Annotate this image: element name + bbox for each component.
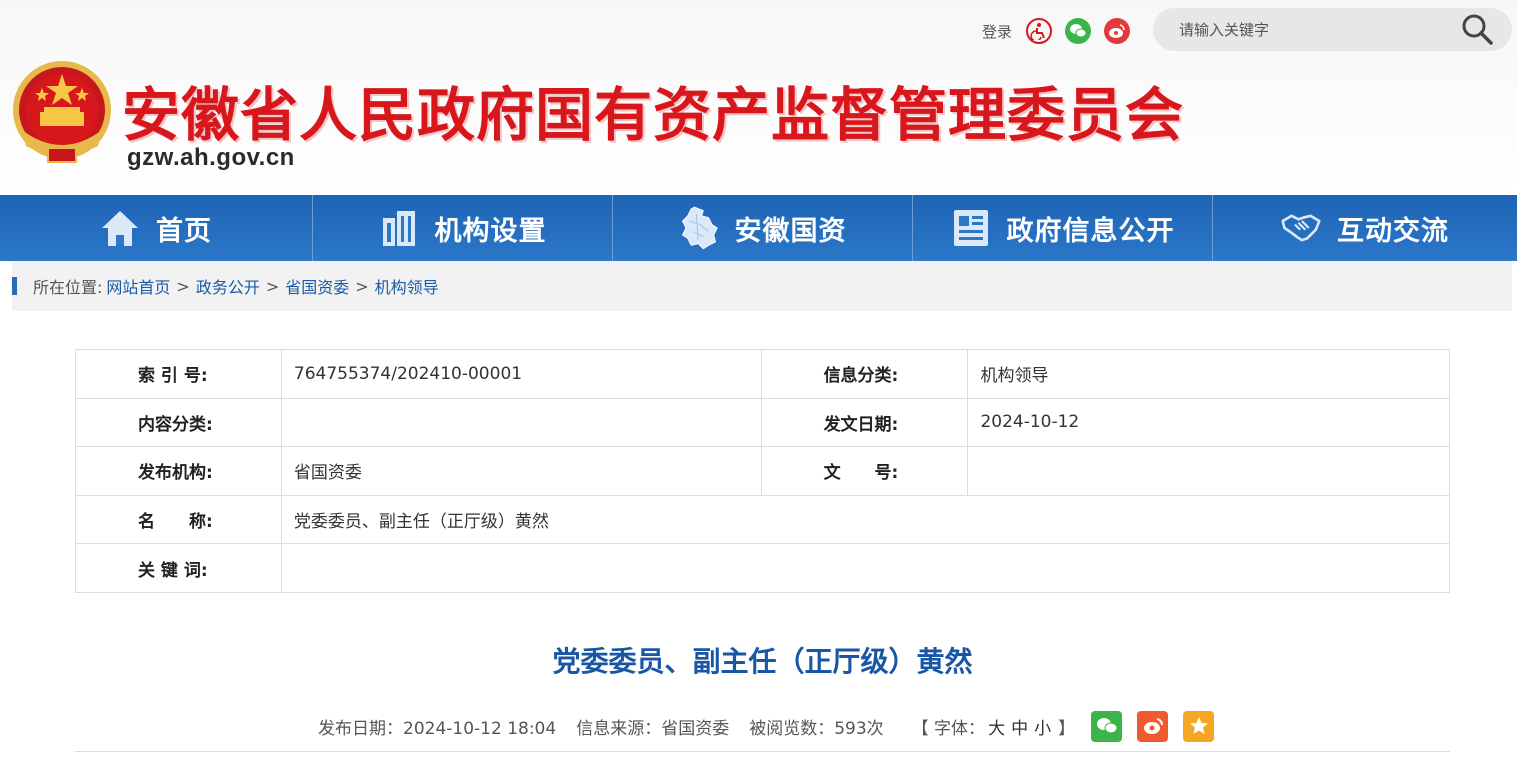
category-value: 机构领导 bbox=[967, 349, 1450, 399]
nav-item-interaction[interactable]: 互动交流 bbox=[1212, 195, 1517, 261]
info-source: 信息来源：省国资委 bbox=[576, 718, 730, 739]
content-type-label: 内容分类: bbox=[75, 397, 282, 448]
font-label-open: 【 字体： bbox=[911, 718, 986, 739]
font-size-small-button[interactable]: 小 bbox=[1034, 714, 1051, 739]
breadcrumb-separator: > bbox=[355, 276, 369, 296]
nav-item-organization[interactable]: 机构设置 bbox=[312, 195, 612, 261]
nav-item-anhui-assets[interactable]: 安徽国资 bbox=[612, 195, 912, 261]
search-icon[interactable] bbox=[1460, 12, 1494, 46]
breadcrumb-link-home[interactable]: 网站首页 bbox=[106, 274, 170, 298]
date-label: 发文日期: bbox=[760, 397, 969, 448]
info-table: 索 引 号: 764755374/202410-00001 信息分类: 机构领导… bbox=[75, 349, 1451, 593]
category-label: 信息分类: bbox=[760, 349, 969, 399]
search-box bbox=[1153, 8, 1512, 51]
date-value: 2024-10-12 bbox=[967, 397, 1450, 448]
publisher-label: 发布机构: bbox=[75, 446, 282, 496]
national-emblem-icon bbox=[12, 60, 112, 168]
nav-label: 政府信息公开 bbox=[1006, 215, 1175, 247]
publish-date: 发布日期：2024-10-12 18:04 bbox=[318, 718, 557, 739]
table-row: 内容分类: 发文日期: 2024-10-12 bbox=[75, 397, 1450, 448]
site-domain: gzw.ah.gov.cn bbox=[127, 144, 295, 171]
breadcrumb: 所在位置: 网站首页 > 政务公开 > 省国资委 > 机构领导 bbox=[12, 261, 1512, 311]
view-count: 被阅览数：593次 bbox=[749, 718, 884, 739]
table-row: 发布机构: 省国资委 文 号: bbox=[75, 446, 1450, 496]
index-value: 764755374/202410-00001 bbox=[280, 349, 762, 399]
keywords-label: 关 键 词: bbox=[75, 543, 282, 593]
font-label-close: 】 bbox=[1058, 718, 1076, 739]
table-row: 索 引 号: 764755374/202410-00001 信息分类: 机构领导 bbox=[75, 349, 1450, 399]
site-header: 安徽省人民政府国有资产监督管理委员会 gzw.ah.gov.cn 登录 bbox=[0, 0, 1517, 195]
table-row: 关 键 词: bbox=[75, 543, 1451, 593]
doc-no-value bbox=[967, 446, 1450, 496]
nav-label: 安徽国资 bbox=[734, 215, 847, 247]
accessibility-icon[interactable] bbox=[1026, 18, 1053, 44]
breadcrumb-marker bbox=[12, 277, 17, 295]
share-wechat-icon[interactable] bbox=[1091, 710, 1123, 742]
table-row: 名 称: 党委委员、副主任（正厅级）黄然 bbox=[75, 494, 1451, 545]
article-meta: 发布日期：2024-10-12 18:04 信息来源：省国资委 被阅览数：593… bbox=[318, 710, 1229, 742]
province-map-icon bbox=[679, 206, 719, 250]
handshake-icon bbox=[1281, 208, 1321, 248]
breadcrumb-separator: > bbox=[176, 276, 190, 296]
index-label: 索 引 号: bbox=[75, 349, 282, 399]
keywords-value bbox=[280, 543, 1451, 593]
article-title: 党委委员、副主任（正厅级）黄然 bbox=[552, 645, 973, 678]
doc-no-label: 文 号: bbox=[760, 446, 969, 496]
nav-item-gov-info[interactable]: 政府信息公开 bbox=[912, 195, 1212, 261]
nav-label: 机构设置 bbox=[434, 215, 547, 247]
nav-label: 互动交流 bbox=[1337, 215, 1449, 247]
building-icon bbox=[379, 208, 419, 248]
name-label: 名 称: bbox=[75, 494, 282, 545]
site-title: 安徽省人民政府国有资产监督管理委员会 bbox=[122, 81, 1185, 149]
breadcrumb-prefix: 所在位置: bbox=[33, 278, 103, 297]
share-weibo-icon[interactable] bbox=[1137, 710, 1169, 742]
publisher-value: 省国资委 bbox=[280, 446, 762, 496]
top-tools: 登录 bbox=[982, 16, 1143, 46]
font-size-controls: 【 字体： 大 中 小 】 bbox=[912, 714, 1075, 739]
font-size-large-button[interactable]: 大 bbox=[988, 714, 1005, 739]
name-value: 党委委员、副主任（正厅级）黄然 bbox=[280, 494, 1451, 545]
weibo-icon[interactable] bbox=[1104, 18, 1131, 44]
favorite-star-icon[interactable] bbox=[1183, 710, 1215, 742]
login-link[interactable]: 登录 bbox=[982, 21, 1012, 42]
main-nav: 首页 机构设置 安徽国资 政府信息公开 互动交流 bbox=[0, 195, 1517, 261]
nav-item-home[interactable]: 首页 bbox=[0, 195, 312, 261]
nav-label: 首页 bbox=[156, 215, 212, 247]
home-icon bbox=[100, 208, 140, 248]
content-type-value bbox=[280, 397, 762, 448]
divider bbox=[75, 751, 1450, 752]
search-input[interactable] bbox=[1179, 16, 1449, 43]
breadcrumb-separator: > bbox=[265, 276, 280, 296]
breadcrumb-link-gov-affairs[interactable]: 政务公开 bbox=[196, 274, 260, 298]
font-size-medium-button[interactable]: 中 bbox=[1011, 714, 1028, 739]
breadcrumb-link-sasac[interactable]: 省国资委 bbox=[285, 274, 349, 298]
breadcrumb-link-leadership[interactable]: 机构领导 bbox=[375, 274, 439, 298]
wechat-icon[interactable] bbox=[1065, 18, 1092, 44]
document-icon bbox=[951, 208, 991, 248]
